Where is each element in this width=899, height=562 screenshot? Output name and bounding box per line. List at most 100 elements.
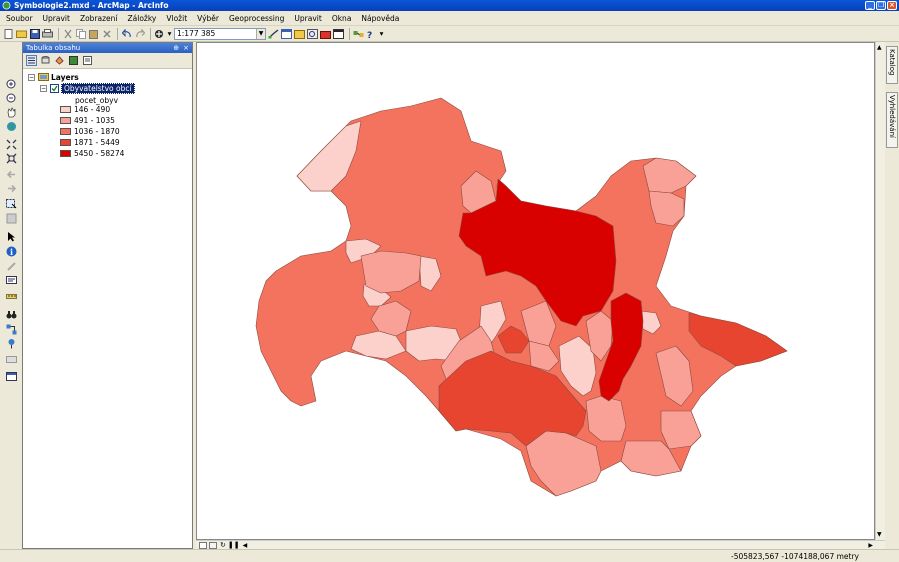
layer-visibility-checkbox[interactable] [50, 84, 59, 95]
scroll-up-arrow-icon[interactable]: ▲ [877, 44, 882, 51]
save-icon[interactable] [29, 28, 40, 39]
legend-label-class-1: 146 - 490 [74, 105, 111, 114]
search-window-icon[interactable] [307, 28, 318, 39]
add-data-dropdown-icon[interactable]: ▾ [167, 28, 172, 39]
menu-upravit-2[interactable]: Upravit [294, 14, 321, 23]
legend-label-class-3: 1036 - 1870 [74, 127, 120, 136]
fixed-zoom-in-icon[interactable] [5, 138, 17, 150]
scroll-right-arrow-icon[interactable]: ▶ [868, 542, 873, 549]
go-to-xy-icon[interactable] [5, 337, 17, 349]
menu-bar: Soubor Upravit Zobrazení Záložky Vložit … [0, 11, 899, 26]
menu-vyber[interactable]: Výběr [197, 14, 219, 23]
restore-button[interactable]: ❐ [876, 1, 886, 10]
zoom-out-icon[interactable] [5, 92, 17, 104]
scroll-down-arrow-icon[interactable]: ▼ [877, 531, 882, 538]
delete-icon[interactable] [101, 28, 112, 39]
forward-arrow-icon[interactable] [5, 182, 17, 194]
close-icon[interactable]: × [183, 44, 189, 52]
table-of-contents-window-icon[interactable] [281, 28, 292, 39]
search-tab[interactable]: Vyhledávání [886, 92, 898, 148]
toc-options-icon[interactable] [82, 55, 93, 66]
list-by-drawing-order-icon[interactable] [26, 55, 37, 66]
model-builder-icon[interactable] [353, 28, 364, 39]
select-features-icon[interactable] [5, 198, 17, 210]
fixed-zoom-out-icon[interactable] [5, 152, 17, 164]
html-popup-icon[interactable] [5, 274, 17, 286]
print-icon[interactable] [42, 28, 53, 39]
editor-toolbar-icon[interactable] [268, 28, 279, 39]
menu-vlozit[interactable]: Vložit [166, 14, 187, 23]
paste-icon[interactable] [88, 28, 99, 39]
redo-icon[interactable] [134, 28, 145, 39]
time-slider-icon[interactable] [5, 353, 17, 365]
standard-toolbar: ▾ 1:177 385 ▼ ? ▾ [0, 26, 899, 42]
legend-swatch-class-1[interactable] [60, 106, 71, 113]
municipality-choropleth-map[interactable] [197, 43, 876, 541]
layout-view-icon[interactable] [209, 541, 217, 549]
legend-swatch-class-5[interactable] [60, 150, 71, 157]
measure-icon[interactable] [5, 290, 17, 302]
python-window-icon[interactable] [333, 28, 344, 39]
hyperlink-icon[interactable] [5, 260, 17, 272]
auto-hide-pin-icon[interactable]: ⊕ [173, 44, 179, 52]
toc-header: Tabulka obsahu ⊕ × [23, 43, 192, 53]
menu-geoprocessing[interactable]: Geoprocessing [229, 14, 284, 23]
legend-swatch-class-3[interactable] [60, 128, 71, 135]
svg-text:i: i [10, 247, 13, 257]
layers-root-label[interactable]: Layers [51, 73, 79, 82]
refresh-icon[interactable]: ↻ [220, 541, 226, 549]
toolbar-options-icon[interactable]: ▾ [379, 28, 384, 39]
identify-icon[interactable]: i [5, 245, 17, 257]
arcmap-app-icon [2, 1, 11, 10]
close-button[interactable]: × [887, 1, 897, 10]
scroll-left-arrow-icon[interactable]: ◀ [243, 542, 248, 549]
symbology-field-name: pocet_obyv [75, 96, 119, 105]
data-view-icon[interactable] [199, 541, 207, 549]
select-elements-arrow-icon[interactable] [5, 230, 17, 242]
map-scale-combobox[interactable]: 1:177 385 ▼ [174, 27, 266, 40]
map-vertical-scrollbar[interactable]: ▲ ▼ [875, 42, 885, 540]
catalog-tab[interactable]: Katalog [886, 46, 898, 84]
municipality-polygon [660, 410, 702, 450]
open-folder-icon[interactable] [16, 28, 27, 39]
back-arrow-icon[interactable] [5, 168, 17, 180]
layer-name-selected[interactable]: Obyvatelstvo obcí [61, 83, 135, 94]
layers-collapse-toggle[interactable]: − [28, 74, 35, 81]
legend-label-class-5: 5450 - 58274 [74, 149, 125, 158]
add-data-icon[interactable] [154, 28, 165, 39]
list-by-selection-icon[interactable] [68, 55, 79, 66]
copy-icon[interactable] [75, 28, 86, 39]
toc-title: Tabulka obsahu [26, 44, 81, 52]
legend-swatch-class-4[interactable] [60, 139, 71, 146]
layer-collapse-toggle[interactable]: − [40, 85, 47, 92]
full-extent-globe-icon[interactable] [5, 120, 17, 132]
menu-zobrazeni[interactable]: Zobrazení [80, 14, 118, 23]
toolbar-separator [349, 27, 350, 40]
minimize-button[interactable]: _ [865, 1, 875, 10]
help-icon[interactable]: ? [366, 28, 377, 39]
list-by-visibility-icon[interactable] [54, 55, 65, 66]
new-document-icon[interactable] [3, 28, 14, 39]
menu-soubor[interactable]: Soubor [6, 14, 33, 23]
clear-selection-icon[interactable] [5, 212, 17, 224]
legend-swatch-class-2[interactable] [60, 117, 71, 124]
menu-napoveda[interactable]: Nápověda [361, 14, 399, 23]
chevron-down-icon[interactable]: ▼ [256, 28, 265, 39]
catalog-window-icon[interactable] [294, 28, 305, 39]
create-viewer-window-icon[interactable] [5, 371, 17, 383]
cut-icon[interactable] [62, 28, 73, 39]
map-display[interactable] [196, 42, 875, 540]
arctoolbox-icon[interactable] [320, 28, 331, 39]
menu-upravit[interactable]: Upravit [43, 14, 70, 23]
pause-drawing-icon[interactable]: ❚❚ [228, 541, 240, 549]
menu-okna[interactable]: Okna [332, 14, 352, 23]
menu-zalozky[interactable]: Záložky [128, 14, 157, 23]
undo-icon[interactable] [121, 28, 132, 39]
zoom-in-icon[interactable] [5, 78, 17, 90]
find-route-icon[interactable] [5, 323, 17, 335]
search-tab-label: Vyhledávání [888, 95, 896, 138]
list-by-source-icon[interactable] [40, 55, 51, 66]
pan-hand-icon[interactable] [5, 106, 17, 118]
map-horizontal-scrollbar[interactable]: ↻ ❚❚ ◀ ▶ [196, 540, 885, 549]
find-binoculars-icon[interactable] [5, 308, 17, 320]
